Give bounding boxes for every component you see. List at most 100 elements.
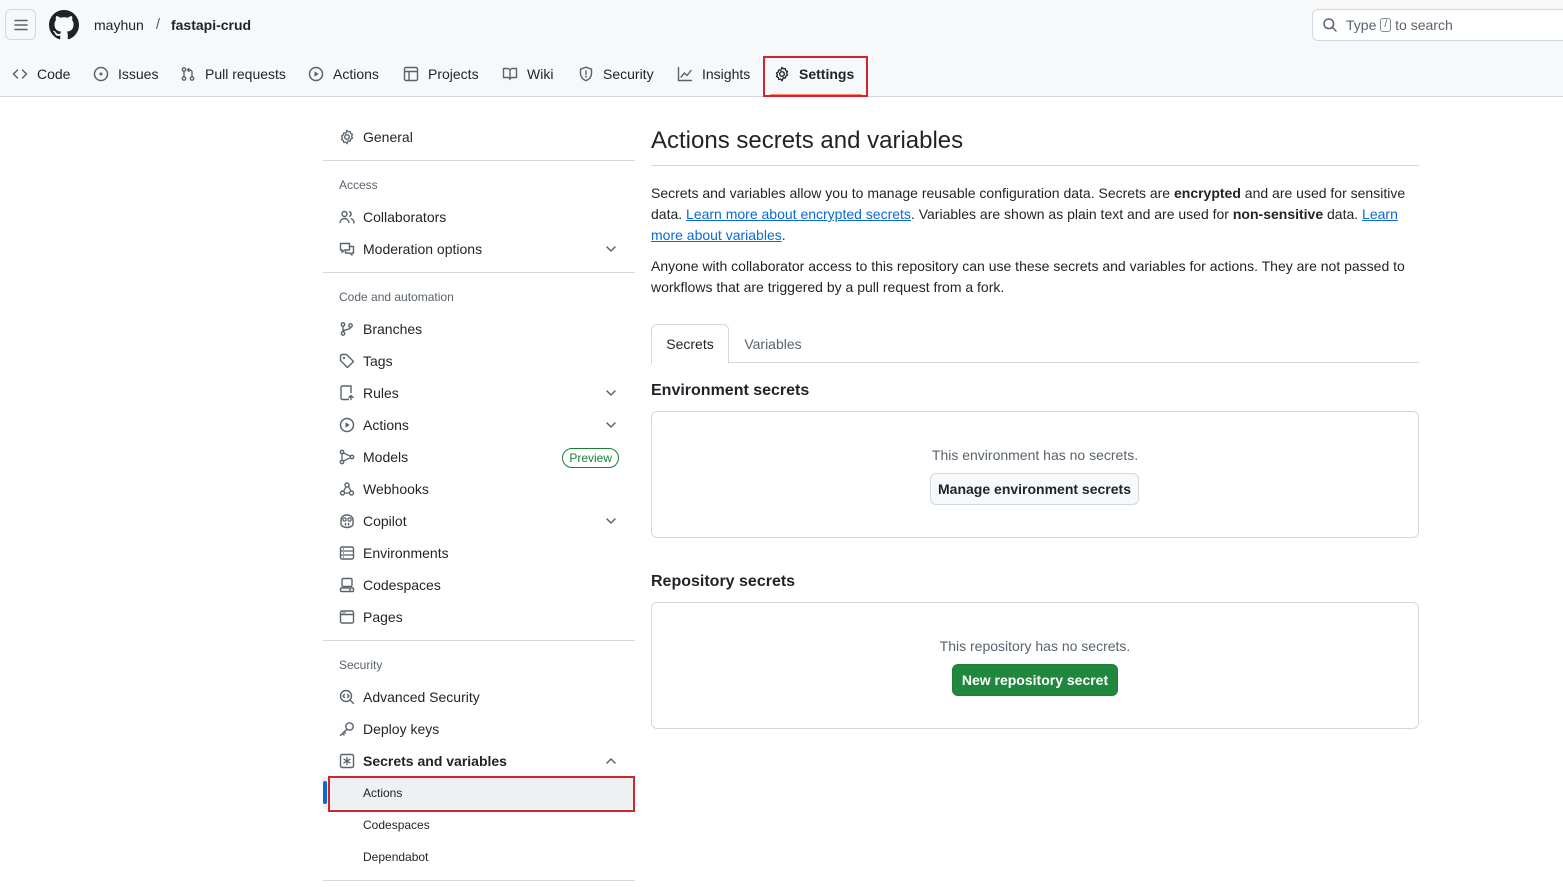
repository-secrets-box: This repository has no secrets. New repo… xyxy=(651,602,1419,729)
tab-insights[interactable]: Insights xyxy=(677,57,750,91)
repository-secrets-heading: Repository secrets xyxy=(651,573,796,590)
intro-text: . xyxy=(781,227,786,243)
tab-issues[interactable]: Issues xyxy=(93,57,158,91)
tab-wiki-label: Wiki xyxy=(527,66,554,82)
tab-code-label: Code xyxy=(37,66,71,82)
sidebar-item-tags[interactable]: Tags xyxy=(323,345,635,377)
sidebar-item-environments[interactable]: Environments xyxy=(323,537,635,569)
intro-paragraph: Secrets and variables allow you to manag… xyxy=(651,183,1419,246)
issue-opened-icon xyxy=(93,66,109,82)
sidebar-subitem-dependabot[interactable]: Dependabot xyxy=(323,841,635,873)
key-asterisk-icon xyxy=(339,753,355,769)
sidebar-item-copilot[interactable]: Copilot xyxy=(323,505,635,537)
tab-issues-label: Issues xyxy=(118,66,159,82)
shield-icon xyxy=(579,66,593,82)
chevron-down-icon[interactable] xyxy=(603,385,619,401)
sidebar-item-collaborators[interactable]: Collaborators xyxy=(323,201,635,233)
sidebar-item-actions[interactable]: Actions xyxy=(323,409,635,441)
tab-variables[interactable]: Variables xyxy=(729,324,817,363)
sidebar-subitem-label: Actions xyxy=(363,786,403,800)
gear-icon xyxy=(340,129,354,145)
sidebar-subitem-actions[interactable]: Actions xyxy=(323,777,635,809)
menu-icon xyxy=(13,19,28,30)
sidebar-item-pages[interactable]: Pages xyxy=(323,601,635,633)
sidebar-heading-security: Security xyxy=(339,658,383,672)
sidebar-divider xyxy=(323,640,635,641)
sidebar-item-advanced-security[interactable]: Advanced Security xyxy=(323,681,635,713)
sidebar-item-general[interactable]: General xyxy=(323,121,635,153)
tab-settings[interactable]: Settings xyxy=(774,57,854,91)
tab-secrets[interactable]: Secrets xyxy=(651,324,729,364)
github-logo-icon[interactable] xyxy=(49,10,79,40)
sidebar-heading-code-automation: Code and automation xyxy=(339,290,454,304)
title-divider xyxy=(651,165,1419,166)
new-repository-secret-button[interactable]: New repository secret xyxy=(952,664,1118,696)
server-icon xyxy=(339,546,355,560)
sidebar-divider xyxy=(323,272,635,273)
sidebar-divider xyxy=(323,160,635,161)
key-icon xyxy=(339,722,354,737)
learn-more-encrypted-secrets-link[interactable]: Learn more about encrypted secrets xyxy=(686,206,911,222)
sidebar-item-webhooks[interactable]: Webhooks xyxy=(323,473,635,505)
git-pull-request-icon xyxy=(181,67,195,81)
collaborator-note: Anyone with collaborator access to this … xyxy=(651,258,1405,295)
tab-insights-label: Insights xyxy=(702,66,751,82)
breadcrumb: mayhun / fastapi-crud xyxy=(94,16,251,33)
intro-emphasis: non-sensitive xyxy=(1232,206,1324,222)
search-placeholder-prefix: Type xyxy=(1346,17,1377,33)
sidebar-item-label: Environments xyxy=(363,545,449,561)
play-icon xyxy=(339,417,355,433)
chevron-up-icon[interactable] xyxy=(603,753,619,769)
book-icon xyxy=(502,67,518,81)
environment-secrets-heading: Environment secrets xyxy=(651,382,810,399)
repo-owner-link[interactable]: mayhun xyxy=(94,17,144,33)
sidebar-item-rules[interactable]: Rules xyxy=(323,377,635,409)
sidebar-item-label: Moderation options xyxy=(363,241,483,257)
sidebar-item-label: Deploy keys xyxy=(363,721,440,737)
repo-name-link[interactable]: fastapi-crud xyxy=(171,17,251,33)
environment-secrets-box: This environment has no secrets. Manage … xyxy=(651,411,1419,538)
manage-environment-secrets-button[interactable]: Manage environment secrets xyxy=(930,473,1139,505)
repo-push-icon xyxy=(340,385,354,401)
gear-icon xyxy=(775,66,789,82)
tab-settings-label: Settings xyxy=(799,66,855,82)
tab-projects[interactable]: Projects xyxy=(403,57,479,91)
sidebar-item-codespaces[interactable]: Codespaces xyxy=(323,569,635,601)
sidebar-item-deploy-keys[interactable]: Deploy keys xyxy=(323,713,635,745)
table-icon xyxy=(403,66,419,82)
sidebar-item-label: Collaborators xyxy=(363,209,447,225)
search-input[interactable]: Type / to search xyxy=(1312,9,1563,41)
repo-header: mayhun / fastapi-crud Type / to search C… xyxy=(0,0,1563,97)
tab-security[interactable]: Security xyxy=(578,57,654,91)
search-placeholder-suffix: to search xyxy=(1395,17,1453,33)
sidebar-item-label: Advanced Security xyxy=(363,689,480,705)
play-icon xyxy=(308,66,324,82)
intro-text: . Variables are shown as plain text and … xyxy=(910,206,1233,222)
intro-emphasis: encrypted xyxy=(1173,185,1241,201)
chevron-down-icon[interactable] xyxy=(603,241,619,257)
sidebar-item-secrets-and-variables[interactable]: Secrets and variables xyxy=(323,745,635,777)
codespaces-icon xyxy=(339,577,355,593)
chevron-down-icon[interactable] xyxy=(603,513,619,529)
sidebar-item-branches[interactable]: Branches xyxy=(323,313,635,345)
sidebar-item-moderation-options[interactable]: Moderation options xyxy=(323,233,635,265)
tab-actions[interactable]: Actions xyxy=(308,57,379,91)
tab-pull-requests[interactable]: Pull requests xyxy=(180,57,286,91)
hamburger-menu-button[interactable] xyxy=(5,9,36,40)
tag-icon xyxy=(339,353,355,369)
chevron-down-icon[interactable] xyxy=(603,417,619,433)
sidebar-item-label: Secrets and variables xyxy=(363,753,507,769)
webhook-icon xyxy=(339,482,355,496)
breadcrumb-separator: / xyxy=(155,16,160,33)
git-branch-icon xyxy=(340,322,353,336)
sidebar-item-label: Webhooks xyxy=(363,481,429,497)
codescan-icon xyxy=(339,689,355,705)
tab-code[interactable]: Code xyxy=(12,57,70,91)
sidebar-item-models[interactable]: Models Preview xyxy=(323,441,635,473)
repository-empty-message: This repository has no secrets. xyxy=(939,638,1131,654)
sidebar-subitem-codespaces[interactable]: Codespaces xyxy=(323,809,635,841)
environment-empty-message: This environment has no secrets. xyxy=(931,447,1139,463)
active-item-indicator xyxy=(323,781,327,804)
browser-icon xyxy=(339,610,355,624)
tab-wiki[interactable]: Wiki xyxy=(502,57,553,91)
